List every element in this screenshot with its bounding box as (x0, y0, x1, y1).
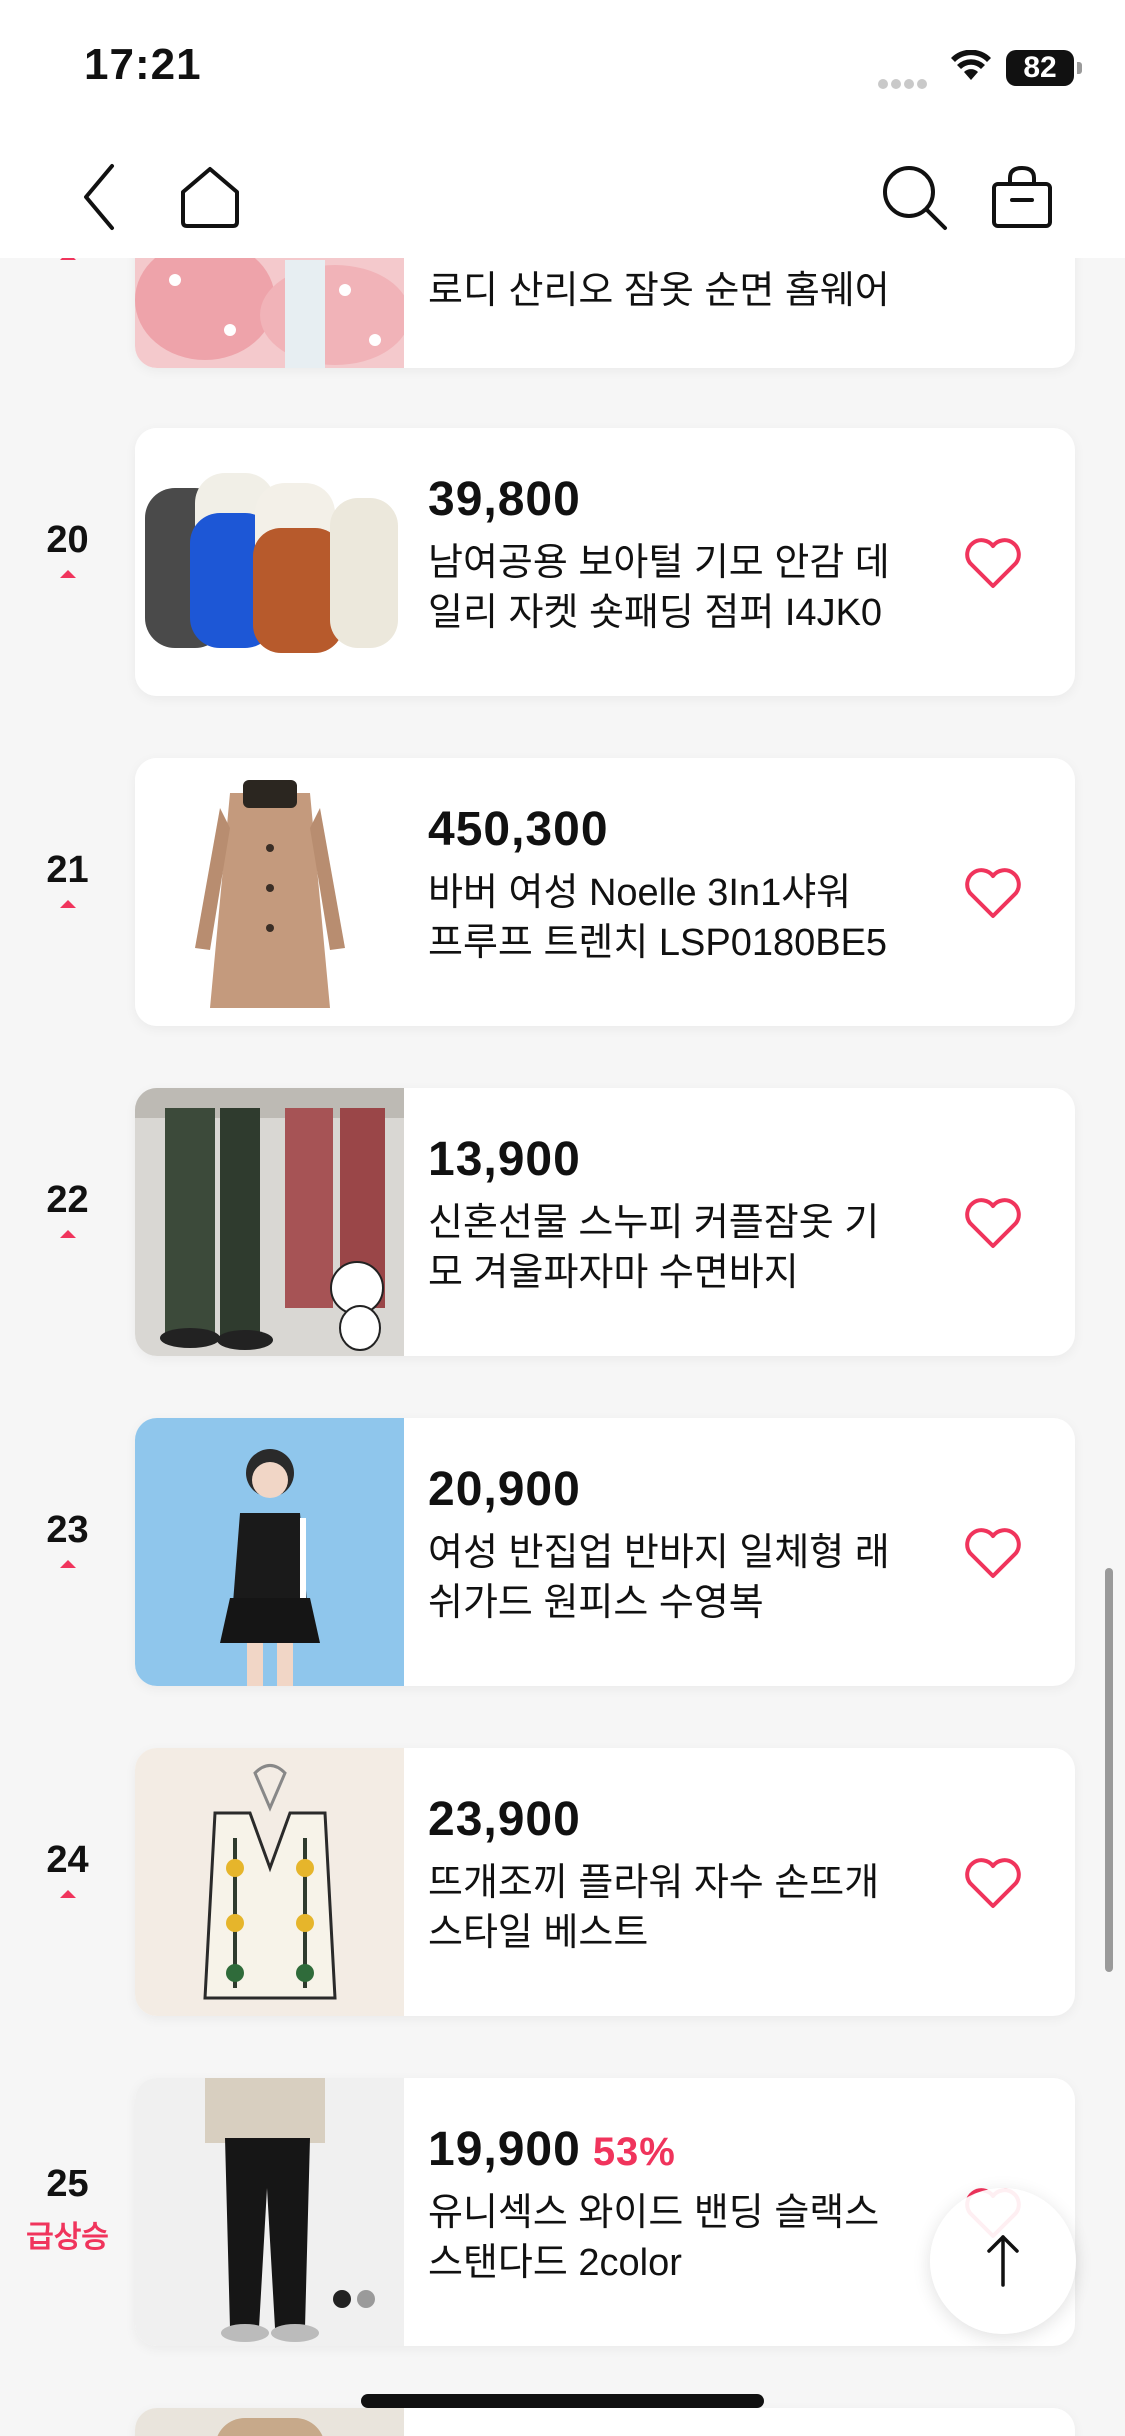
scrollbar[interactable] (1105, 1568, 1113, 1972)
rank-indicator: 25 급상승 (0, 2162, 135, 2256)
product-name-line: 뜨개조끼 플라워 자수 손뜨개 (428, 1862, 880, 1904)
rank-up-icon (59, 1560, 76, 1568)
product-card[interactable]: 20,900 여성 반집업 반바지 일체형 래 쉬가드 원피스 수영복 (135, 1418, 1075, 1686)
product-name: 뜨개조끼 플라워 자수 손뜨개 스타일 베스트 (428, 1858, 928, 1958)
status-bar: 17:21 82 (0, 0, 1125, 135)
rank-label: 급상승 (26, 2221, 109, 2254)
product-price: 23,900 (428, 1793, 581, 1846)
product-image[interactable] (135, 1088, 404, 1356)
product-name-line: 쉬가드 원피스 수영복 (428, 1582, 764, 1624)
rank-indicator: 23 (0, 1508, 135, 1568)
product-card[interactable]: 450,300 바버 여성 Noelle 3In1샤워 프루프 트렌치 LSP0… (135, 758, 1075, 1026)
heart-icon[interactable] (963, 536, 1023, 590)
scroll-to-top-button[interactable] (930, 2188, 1076, 2334)
product-name: 유니섹스 와이드 밴딩 슬랙스 스탠다드 2color (428, 2188, 928, 2288)
product-name: 바버 여성 Noelle 3In1샤워 프루프 트렌치 LSP0180BE5 (428, 868, 928, 968)
product-card[interactable]: 19,900 53% 유니섹스 와이드 밴딩 슬랙스 스탠다드 2color (135, 2078, 1075, 2346)
product-card[interactable]: 39,800 남여공용 보아털 기모 안감 데 일리 자켓 숏패딩 점퍼 I4J… (135, 428, 1075, 696)
rank-up-icon (59, 1230, 76, 1238)
home-indicator[interactable] (361, 2394, 764, 2408)
product-name-line: 스타일 베스트 (428, 1912, 649, 1954)
rank-indicator: 21 (0, 848, 135, 908)
heart-icon[interactable] (963, 1196, 1023, 1250)
rank-number: 22 (46, 1179, 89, 1221)
product-name-line: 모 겨울파자마 수면바지 (428, 1252, 799, 1294)
home-icon (181, 166, 239, 228)
product-image[interactable] (135, 428, 404, 696)
product-name: 신혼선물 스누피 커플잠옷 기 모 겨울파자마 수면바지 (428, 1198, 928, 1298)
rank-up-icon (59, 1890, 76, 1898)
wifi-icon (951, 50, 991, 80)
screen: 로디 산리오 잠옷 순면 홈웨어 20 39,800 남여공용 보아털 기모 안… (0, 0, 1125, 2436)
product-image[interactable] (135, 758, 404, 1026)
product-name-line: 프루프 트렌치 LSP0180BE5 (428, 922, 888, 964)
product-name-line: 여성 반집업 반바지 일체형 래 (428, 1532, 890, 1574)
product-name-line: 유니섹스 와이드 밴딩 슬랙스 (428, 2192, 880, 2234)
product-price: 39,800 (428, 473, 581, 526)
back-button[interactable] (50, 135, 150, 258)
rank-indicator: 22 (0, 1178, 135, 1238)
product-info: 13,900 신혼선물 스누피 커플잠옷 기 모 겨울파자마 수면바지 (428, 1130, 928, 1298)
discount-rate: 53% (592, 2130, 676, 2174)
product-info: 39,800 남여공용 보아털 기모 안감 데 일리 자켓 숏패딩 점퍼 I4J… (428, 470, 928, 638)
product-price: 13,900 (428, 1133, 581, 1186)
shopping-bag-icon (992, 165, 1052, 228)
product-image[interactable] (135, 2408, 404, 2436)
product-card[interactable]: 23,900 뜨개조끼 플라워 자수 손뜨개 스타일 베스트 (135, 1748, 1075, 2016)
signal-icon (878, 76, 932, 89)
product-info: 23,900 뜨개조끼 플라워 자수 손뜨개 스타일 베스트 (428, 1790, 928, 1958)
rank-indicator: 20 (0, 518, 135, 578)
product-name: 로디 산리오 잠옷 순면 홈웨어 (428, 270, 890, 312)
product-price-value: 19,900 (428, 2123, 581, 2176)
product-price: 20,900 (428, 1463, 581, 1516)
product-info: 19,900 53% 유니섹스 와이드 밴딩 슬랙스 스탠다드 2color (428, 2120, 928, 2288)
back-icon (84, 163, 114, 230)
rank-number: 23 (46, 1509, 89, 1551)
search-icon (883, 165, 947, 230)
rank-number: 20 (46, 519, 89, 561)
rank-up-icon (59, 570, 76, 578)
rank-indicator: 24 (0, 1838, 135, 1898)
product-name: 남여공용 보아털 기모 안감 데 일리 자켓 숏패딩 점퍼 I4JK0 (428, 538, 928, 638)
product-name-line: 일리 자켓 숏패딩 점퍼 I4JK0 (428, 592, 883, 634)
product-name-line: 남여공용 보아털 기모 안감 데 (428, 542, 890, 584)
heart-icon[interactable] (963, 1856, 1023, 1910)
arrow-up-icon (987, 2235, 1019, 2287)
product-name-line: 스탠다드 2color (428, 2242, 682, 2284)
product-info: 로디 산리오 잠옷 순면 홈웨어 (428, 258, 928, 316)
product-info: 450,300 바버 여성 Noelle 3In1샤워 프루프 트렌치 LSP0… (428, 800, 928, 968)
product-card[interactable]: 13,900 신혼선물 스누피 커플잠옷 기 모 겨울파자마 수면바지 (135, 1088, 1075, 1356)
product-info: 20,900 여성 반집업 반바지 일체형 래 쉬가드 원피스 수영복 (428, 1460, 928, 1628)
rank-number: 21 (46, 849, 89, 891)
product-name-line: 신혼선물 스누피 커플잠옷 기 (428, 1202, 880, 1244)
product-name-line: 바버 여성 Noelle 3In1샤워 (428, 872, 852, 914)
top-navigation (0, 135, 1125, 258)
ranking-list: 로디 산리오 잠옷 순면 홈웨어 20 39,800 남여공용 보아털 기모 안… (0, 0, 1125, 2436)
heart-icon[interactable] (963, 866, 1023, 920)
search-button[interactable] (864, 135, 964, 258)
product-image[interactable] (135, 2078, 404, 2346)
battery-icon: 82 (1006, 50, 1082, 86)
product-image[interactable] (135, 1418, 404, 1686)
product-card[interactable] (135, 2408, 1075, 2436)
image-page-indicator (333, 2290, 381, 2313)
home-button[interactable] (160, 135, 260, 258)
product-price: 450,300 (428, 803, 609, 856)
rank-up-icon (59, 900, 76, 908)
status-time: 17:21 (84, 40, 202, 89)
product-price: 19,900 53% (428, 2120, 928, 2180)
product-image[interactable] (135, 1748, 404, 2016)
cart-button[interactable] (972, 135, 1072, 258)
heart-icon[interactable] (963, 1526, 1023, 1580)
rank-number: 24 (46, 1839, 89, 1881)
product-name: 여성 반집업 반바지 일체형 래 쉬가드 원피스 수영복 (428, 1528, 928, 1628)
rank-number: 25 (46, 2163, 89, 2205)
